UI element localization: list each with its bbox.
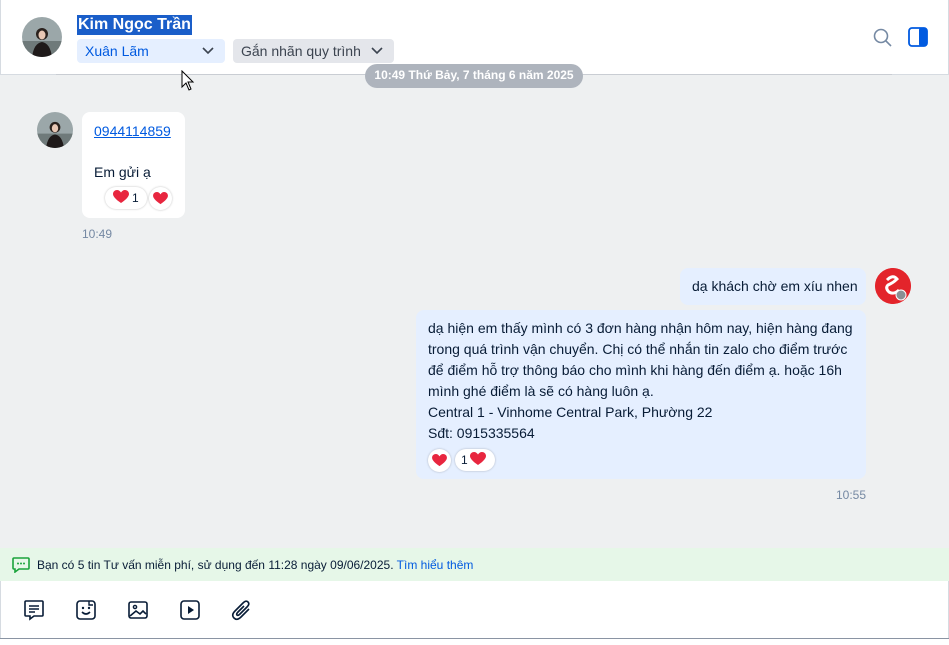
heart-icon: [470, 452, 486, 465]
chat-icon: [12, 557, 30, 573]
outgoing-message-text: dạ khách chờ em xíu nhen: [692, 278, 858, 294]
tag-select-label: Xuân Lãm: [85, 43, 149, 59]
image-button[interactable]: [126, 598, 150, 622]
message-line: để điểm hỗ trợ thông báo cho mình khi hà…: [428, 362, 842, 378]
react-button[interactable]: [428, 449, 451, 472]
message-time: 10:49: [82, 227, 113, 241]
free-consult-notice: Bạn có 5 tin Tư vấn miễn phí, sử dụng đế…: [0, 548, 949, 581]
learn-more-link[interactable]: Tìm hiểu thêm: [397, 558, 474, 572]
image-icon: [128, 601, 148, 619]
heart-icon: [432, 454, 447, 467]
notice-text: Bạn có 5 tin Tư vấn miễn phí, sử dụng đế…: [37, 558, 473, 572]
quick-message-button[interactable]: [22, 598, 46, 622]
heart-icon: [113, 190, 129, 203]
outgoing-message-bubble[interactable]: dạ hiện em thấy mình có 3 đơn hàng nhận …: [416, 310, 866, 479]
message-line: Sđt: 0915335564: [428, 425, 535, 441]
message-icon: [24, 600, 44, 621]
process-label-select-label: Gắn nhãn quy trình: [241, 43, 361, 59]
message-line: dạ hiện em thấy mình có 3 đơn hàng nhận …: [428, 320, 853, 336]
contact-name[interactable]: Kim Ngọc Trần: [77, 15, 192, 35]
message-line: Central 1 - Vinhome Central Park, Phường…: [428, 404, 713, 420]
chevron-down-icon: [371, 47, 383, 55]
phone-link[interactable]: 0944114859: [94, 123, 171, 139]
contact-avatar[interactable]: [22, 17, 62, 57]
react-button[interactable]: [149, 187, 172, 210]
reaction-summary[interactable]: 1: [455, 449, 495, 471]
own-avatar[interactable]: [875, 268, 911, 304]
heart-icon: [153, 192, 168, 205]
panel-toggle-icon: [908, 27, 928, 47]
incoming-message-text: Em gửi ạ: [94, 164, 151, 180]
chevron-down-icon: [202, 47, 214, 55]
outgoing-message-text: dạ hiện em thấy mình có 3 đơn hàng nhận …: [428, 318, 853, 444]
reaction-count: 1: [132, 191, 139, 205]
search-button[interactable]: [872, 27, 894, 49]
message-line: trong quá trình vận chuyển. Chị có thể n…: [428, 341, 848, 357]
tag-select[interactable]: Xuân Lãm: [77, 39, 225, 63]
mouse-cursor-icon: [181, 70, 195, 91]
reaction-count: 1: [461, 453, 468, 467]
video-button[interactable]: [178, 598, 202, 622]
attachment-button[interactable]: [230, 598, 254, 622]
composer-toolbar: [0, 581, 949, 639]
sticker-icon: [76, 600, 96, 620]
sender-avatar[interactable]: [37, 112, 73, 148]
message-time: 10:55: [836, 488, 867, 502]
date-separator: 10:49 Thứ Bảy, 7 tháng 6 năm 2025: [365, 64, 583, 88]
outgoing-message-bubble[interactable]: dạ khách chờ em xíu nhen: [680, 268, 866, 305]
message-input-area[interactable]: [0, 638, 949, 645]
video-icon: [180, 600, 200, 620]
sticker-button[interactable]: [74, 598, 98, 622]
message-line: mình ghé điểm là sẽ có hàng luôn ạ.: [428, 383, 654, 399]
incoming-message-bubble[interactable]: 0944114859 Em gửi ạ 1: [82, 112, 185, 218]
notice-message: Bạn có 5 tin Tư vấn miễn phí, sử dụng đế…: [37, 558, 394, 572]
toggle-info-panel-button[interactable]: [907, 26, 929, 48]
process-label-select[interactable]: Gắn nhãn quy trình: [233, 39, 394, 63]
attachment-icon: [231, 600, 250, 621]
reaction-summary[interactable]: 1: [105, 187, 147, 209]
search-icon: [873, 28, 892, 47]
